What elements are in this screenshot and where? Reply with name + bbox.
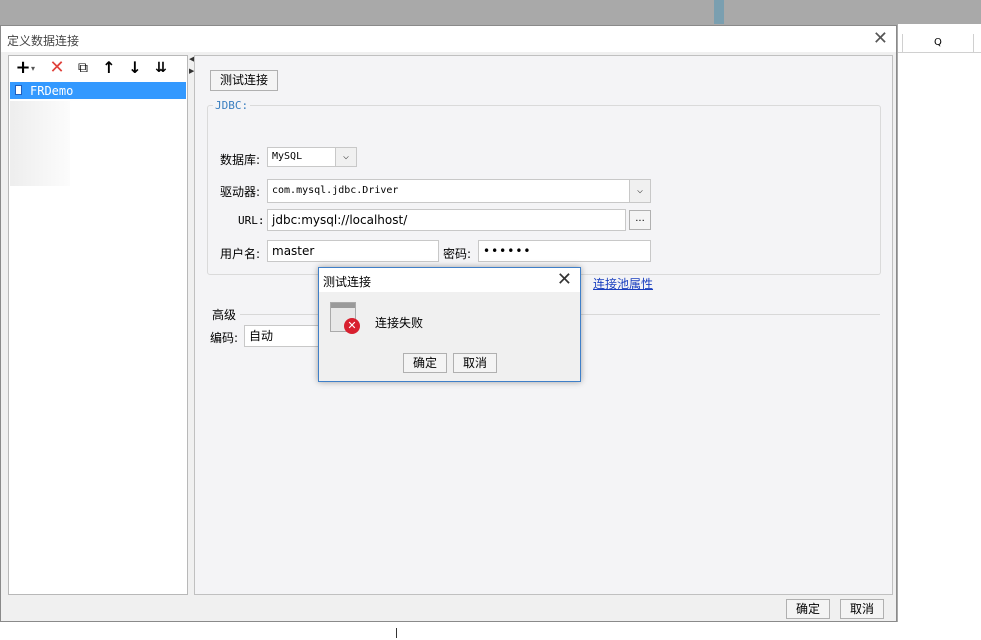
background-statusbar [0,622,981,640]
database-label: 数据库: [220,153,261,167]
database-select[interactable]: MySQL ⌵ [267,147,357,167]
message-text: 连接失败 [375,316,424,330]
ok-button[interactable]: 确定 [786,599,830,619]
add-connection-icon[interactable]: + [13,58,33,78]
database-select-value: MySQL [272,151,303,162]
url-label: URL: [238,214,265,227]
connection-list-panel: + ▾ ✕ ⧉ ↑ ↓ ⇊ FRDemo [8,55,188,595]
sort-icon[interactable]: ⇊ [151,58,171,78]
encoding-select[interactable]: 自动 [244,325,324,347]
pool-properties-link[interactable]: 连接池属性 [593,275,653,292]
test-connection-button[interactable]: 测试连接 [210,70,278,91]
error-badge-icon: ✕ [344,318,360,334]
connection-toolbar: + ▾ ✕ ⧉ ↑ ↓ ⇊ [9,56,187,80]
driver-select[interactable]: com.mysql.jdbc.Driver ⌵ [267,179,651,203]
delete-connection-icon[interactable]: ✕ [47,58,67,78]
chevron-down-icon[interactable]: ▾ [31,64,35,73]
message-box-titlebar[interactable]: 测试连接 ✕ [319,268,580,292]
username-label: 用户名: [220,247,261,261]
close-icon[interactable]: ✕ [557,269,572,290]
status-tick [396,628,397,638]
message-ok-button[interactable]: 确定 [403,353,447,373]
column-divider [902,34,903,52]
background-sheet [898,24,981,640]
url-browse-button[interactable]: ... [629,210,651,230]
advanced-title: 高级 [212,308,237,322]
copy-connection-icon[interactable]: ⧉ [73,58,93,78]
url-input[interactable]: jdbc:mysql://localhost/ [267,209,626,231]
chevron-down-icon[interactable]: ⌵ [335,148,356,166]
error-icon: ✕ [330,302,360,336]
chevron-down-icon[interactable]: ⌵ [629,180,650,202]
password-input[interactable]: •••••• [478,240,651,262]
encoding-label: 编码: [210,331,239,345]
background-window-strip [714,0,724,24]
driver-label: 驱动器: [220,185,261,199]
cancel-button[interactable]: 取消 [840,599,884,619]
message-box-title: 测试连接 [323,275,372,289]
dialog-titlebar[interactable]: 定义数据连接 ✕ [1,26,896,52]
connection-item-label: FRDemo [30,84,74,98]
message-cancel-button[interactable]: 取消 [453,353,497,373]
blurred-region [10,101,70,186]
background-column-header: Q [898,34,981,53]
move-down-icon[interactable]: ↓ [125,58,145,78]
test-connection-message-box: 测试连接 ✕ ✕ 连接失败 确定 取消 [318,267,581,382]
database-icon [15,85,22,95]
jdbc-legend: JDBC: [213,99,251,112]
password-label: 密码: [443,247,472,261]
connection-item-frdemo[interactable]: FRDemo [10,82,186,99]
username-input[interactable]: master [267,240,439,262]
column-letter[interactable]: Q [934,37,942,48]
move-up-icon[interactable]: ↑ [99,58,119,78]
column-divider [973,34,974,52]
dialog-title: 定义数据连接 [7,34,80,48]
driver-select-value: com.mysql.jdbc.Driver [272,185,399,196]
close-icon[interactable]: ✕ [873,28,888,49]
